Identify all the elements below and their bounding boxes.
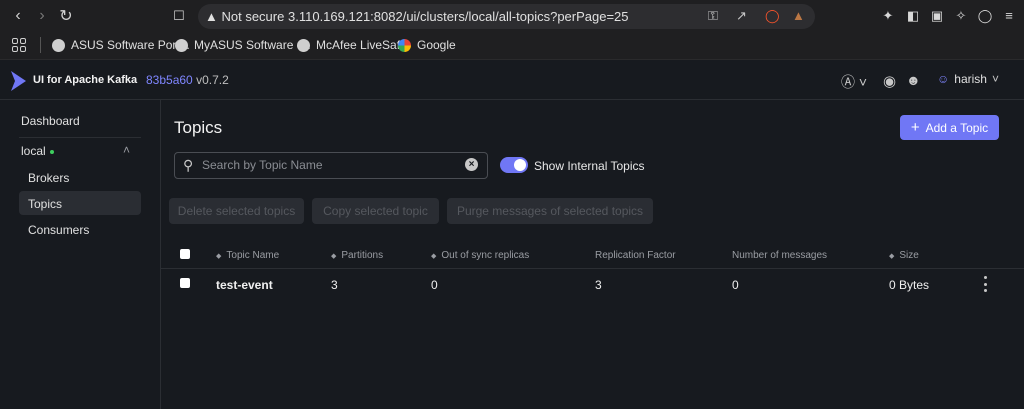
sort-icon: ◆ bbox=[889, 253, 895, 260]
copy-selected-button[interactable]: Copy selected topic bbox=[312, 198, 439, 224]
extensions-icon[interactable]: ✦ bbox=[880, 8, 896, 24]
brave-shield-icon[interactable]: ◯ bbox=[765, 8, 780, 24]
url-text[interactable]: 3.110.169.121:8082/ui/clusters/local/all… bbox=[288, 9, 629, 24]
status-dot-icon bbox=[49, 149, 54, 154]
show-internal-toggle[interactable] bbox=[500, 157, 528, 173]
globe-icon bbox=[297, 38, 310, 52]
header-number-of-messages: Number of messages bbox=[732, 250, 828, 261]
search-icon: ⚲ bbox=[183, 157, 194, 173]
user-name: harish bbox=[954, 72, 987, 86]
github-icon[interactable]: ◉ bbox=[883, 72, 896, 90]
bookmark-asus[interactable]: ASUS Software Port... bbox=[52, 38, 190, 52]
rewards-icon[interactable]: ▲ bbox=[792, 8, 805, 23]
show-internal-label: Show Internal Topics bbox=[534, 159, 645, 173]
sort-icon: ◆ bbox=[331, 253, 337, 260]
bookmark-label: Google bbox=[417, 38, 456, 52]
row-actions-icon[interactable] bbox=[982, 276, 988, 292]
plus-icon: + bbox=[910, 119, 920, 136]
share-icon[interactable]: ↗ bbox=[736, 8, 747, 24]
user-menu[interactable]: ☺ harish ˅ bbox=[937, 72, 999, 86]
sort-icon: ◆ bbox=[431, 253, 437, 260]
kafka-logo-icon[interactable] bbox=[9, 70, 27, 92]
forward-icon[interactable]: › bbox=[33, 7, 51, 25]
row-checkbox[interactable] bbox=[180, 278, 190, 288]
header-label: Size bbox=[899, 250, 919, 261]
add-topic-button[interactable]: + Add a Topic bbox=[900, 115, 999, 140]
bookmarks-divider bbox=[40, 37, 41, 53]
sidebar-item-consumers[interactable]: Consumers bbox=[28, 223, 89, 237]
vpn-icon[interactable]: ◯ bbox=[977, 8, 993, 24]
out-of-sync-value: 0 bbox=[431, 278, 438, 292]
sidebar-item-topics[interactable]: Topics bbox=[28, 197, 62, 211]
header-size[interactable]: ◆ Size bbox=[889, 250, 919, 261]
chevron-up-icon[interactable]: ˄ bbox=[123, 143, 130, 157]
version-label: v0.7.2 bbox=[196, 73, 229, 87]
purge-messages-button[interactable]: Purge messages of selected topics bbox=[447, 198, 653, 224]
google-icon bbox=[398, 38, 411, 52]
header-out-of-sync[interactable]: ◆ Out of sync replicas bbox=[431, 250, 529, 261]
bookmark-label: ASUS Software Port... bbox=[71, 38, 190, 52]
bookmark-mcafee[interactable]: McAfee LiveSafe bbox=[297, 38, 407, 52]
delete-selected-button[interactable]: Delete selected topics bbox=[169, 198, 304, 224]
search-input[interactable] bbox=[202, 155, 457, 175]
menu-icon[interactable]: ≡ bbox=[1001, 8, 1017, 24]
header-label: Topic Name bbox=[226, 250, 280, 261]
leo-icon[interactable]: ✧ bbox=[953, 8, 969, 24]
chevron-down-icon: ˅ bbox=[991, 72, 999, 86]
header-topic-name[interactable]: ◆ Topic Name bbox=[216, 250, 279, 261]
header-label: Partitions bbox=[341, 250, 384, 261]
clear-search-icon[interactable]: × bbox=[465, 158, 478, 171]
app-brand[interactable]: UI for Apache Kafka bbox=[33, 74, 137, 86]
bookmark-icon[interactable]: ☐ bbox=[170, 7, 188, 25]
commit-hash[interactable]: 83b5a60 bbox=[146, 73, 193, 87]
replication-value: 3 bbox=[595, 278, 602, 292]
sidebar-item-dashboard[interactable]: Dashboard bbox=[21, 114, 80, 128]
back-icon[interactable]: ‹ bbox=[9, 7, 27, 25]
not-secure-label: Not secure bbox=[221, 9, 285, 24]
discord-icon[interactable]: ☻ bbox=[906, 72, 921, 88]
apps-icon[interactable] bbox=[12, 38, 26, 52]
add-topic-label: Add a Topic bbox=[925, 120, 989, 135]
header-label: Out of sync replicas bbox=[441, 250, 530, 261]
messages-value: 0 bbox=[732, 278, 739, 292]
bookmark-google[interactable]: Google bbox=[398, 38, 456, 52]
sidebar-cluster-local[interactable]: local bbox=[21, 144, 54, 158]
partitions-value: 3 bbox=[331, 278, 338, 292]
bookmark-label: McAfee LiveSafe bbox=[316, 38, 407, 52]
header-replication-factor: Replication Factor bbox=[595, 250, 676, 261]
globe-icon bbox=[175, 38, 188, 52]
page-title: Topics bbox=[174, 118, 223, 137]
globe-icon bbox=[52, 38, 65, 52]
cluster-name: local bbox=[21, 144, 46, 158]
not-secure-indicator[interactable]: ▲ Not secure bbox=[205, 9, 284, 24]
table-header-divider bbox=[161, 268, 1024, 269]
user-icon: ☺ bbox=[937, 72, 950, 86]
sidebar-toggle-icon[interactable]: ◧ bbox=[905, 8, 921, 24]
theme-switch-icon[interactable]: Ⓐ ˅ bbox=[841, 72, 867, 92]
topic-name-link[interactable]: test-event bbox=[216, 278, 273, 292]
key-icon[interactable]: ⚿ bbox=[708, 8, 718, 24]
header-partitions[interactable]: ◆ Partitions bbox=[331, 250, 383, 261]
reload-icon[interactable]: ↻ bbox=[57, 7, 75, 25]
size-value: 0 Bytes bbox=[889, 278, 930, 292]
select-all-checkbox[interactable] bbox=[180, 249, 190, 259]
sort-icon: ◆ bbox=[216, 253, 222, 260]
bookmark-label: MyASUS Software -... bbox=[194, 38, 311, 52]
wallet-icon[interactable]: ▣ bbox=[929, 8, 945, 24]
sidebar-divider bbox=[19, 137, 141, 138]
bookmark-myasus[interactable]: MyASUS Software -... bbox=[175, 38, 311, 52]
version-info: 83b5a60 v0.7.2 bbox=[146, 73, 229, 87]
sidebar-item-brokers[interactable]: Brokers bbox=[28, 171, 69, 185]
